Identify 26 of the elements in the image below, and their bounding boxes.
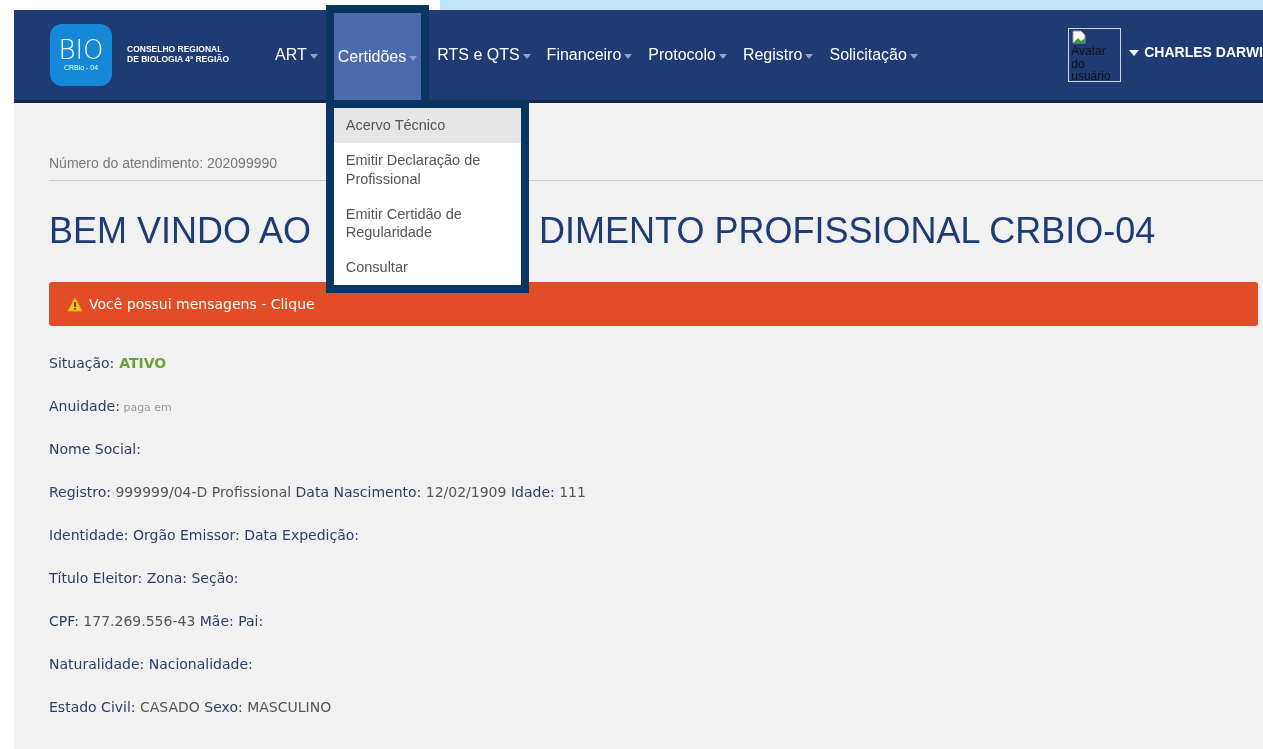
info-line: Registro: 999999/04-D Profissional Data Nascimento: 12/02/1909 Idade: 111 <box>49 483 587 503</box>
warning-icon <box>67 296 83 312</box>
info-line: CPF: 177.269.556-43 Mãe: Pai: <box>49 612 265 632</box>
info-line: Situação: ATIVO <box>49 354 168 374</box>
info-line: Nome Social: <box>49 440 142 460</box>
nav-tab[interactable]: RTS e QTS <box>429 10 539 100</box>
nav-tab[interactable]: Financeiro <box>538 10 641 100</box>
info-line: Naturalidade: Nacionalidade: <box>49 655 254 675</box>
organization-name: CONSELHO REGIONAL DE BIOLOGIA 4ª REGIÃO <box>127 45 229 65</box>
nav-tab[interactable]: Protocolo <box>640 10 735 100</box>
info-line: Estado Civil: CASADO Sexo: MASCULINO <box>49 698 333 718</box>
nav-tab[interactable]: ART <box>267 10 326 100</box>
nav-tab[interactable]: Certidões <box>325 5 430 100</box>
info-line: Identidade: Orgão Emissor: Data Expedição: <box>49 526 361 546</box>
welcome-heading: DIMENTO PROFISSIONAL CRBIO-04 <box>539 209 1156 253</box>
messages-alert[interactable]: Você possui mensagens - Clique <box>49 282 1258 327</box>
nav-tab[interactable]: Solicitação <box>821 10 926 100</box>
nav-tab[interactable]: Registro <box>734 10 822 100</box>
welcome-heading: BEM VINDO AO <box>49 209 312 253</box>
menu-item[interactable]: Emitir Certidão de Regularidade <box>333 196 521 251</box>
menu-item[interactable]: Acervo Técnico <box>333 108 521 143</box>
menu-item[interactable]: Emitir Declaração de Profissional <box>333 142 521 197</box>
user-menu[interactable]: CHARLES DARWI <box>1129 42 1263 63</box>
info-line: Anuidade: paga em <box>49 397 173 417</box>
avatar-image: Avatar do usuário <box>1068 28 1122 82</box>
info-line: Título Eleitor: Zona: Seção: <box>49 569 240 589</box>
